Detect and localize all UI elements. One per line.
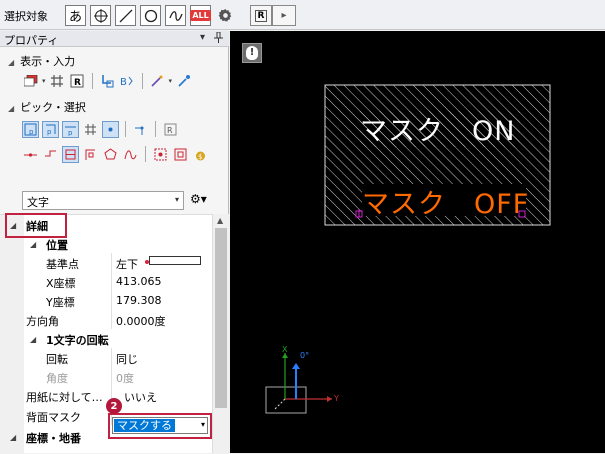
- circle-icon: [144, 9, 157, 22]
- svg-text:B: B: [120, 77, 127, 88]
- grid-icon[interactable]: [49, 73, 66, 90]
- snap-text-icon[interactable]: B: [119, 73, 136, 90]
- collapse-triangle-icon: ◢: [10, 433, 17, 442]
- base-point-value: 左下: [116, 258, 138, 271]
- axis-x-label: X: [282, 345, 288, 354]
- chevron-down-icon: ▾: [174, 195, 179, 204]
- property-settings-button[interactable]: ⚙▾: [190, 192, 207, 206]
- hiragana-a-button[interactable]: あ: [65, 5, 86, 26]
- curve-icon: [168, 10, 183, 21]
- svg-text:p: p: [29, 128, 34, 136]
- pick-center-icon[interactable]: [102, 120, 119, 138]
- pick-point-icon[interactable]: p: [22, 120, 39, 138]
- pick-icon-row-1: p p p R: [22, 119, 179, 139]
- axis-angle-label: 0°: [300, 351, 310, 360]
- scroll-up-icon[interactable]: ▲: [217, 216, 223, 225]
- gear-icon: [218, 8, 232, 23]
- circle-button[interactable]: [140, 5, 161, 26]
- drawing-canvas[interactable]: ! マスク ON マスク OFF X Y 0°: [230, 31, 605, 453]
- scrollbar-thumb[interactable]: [215, 228, 227, 408]
- display-icon-row: ▾ R B ▾: [22, 71, 192, 91]
- property-panel: プロパティ ▾ ◢表示・入力 ▾ R B ▾ ◢ピック・選択 p p p R: [0, 31, 229, 454]
- select-line-icon[interactable]: [22, 146, 39, 163]
- pick-end-icon[interactable]: p: [42, 120, 59, 138]
- pin-icon[interactable]: [214, 31, 223, 46]
- collapse-triangle-icon: ◢: [8, 58, 15, 67]
- svg-text:R: R: [167, 126, 173, 135]
- property-row-angle: 角度 0度: [0, 367, 212, 386]
- canvas-drawing: [265, 84, 551, 414]
- layer-color-icon[interactable]: [22, 73, 39, 90]
- select-rect-icon[interactable]: [62, 145, 79, 163]
- eyedropper-icon[interactable]: [175, 73, 192, 90]
- step-number-badge: 2: [106, 398, 122, 414]
- char-rotation-header: 1文字の回転: [46, 334, 109, 347]
- pick-mid-icon[interactable]: p: [62, 120, 79, 138]
- panel-title: プロパティ: [4, 34, 59, 47]
- property-row-base-point[interactable]: 基準点 左下: [0, 253, 212, 272]
- panel-header: プロパティ ▾: [0, 31, 229, 47]
- mask-off-text[interactable]: マスク OFF: [362, 182, 529, 221]
- select-pentagon-icon[interactable]: [102, 146, 119, 163]
- char-rotation-category-row[interactable]: ◢ 1文字の回転: [0, 329, 212, 348]
- display-input-section[interactable]: ◢ 表示・入力: [8, 53, 75, 69]
- selection-toolbar: 選択対象 あ ALL R ▸: [0, 0, 605, 30]
- property-row-rotation[interactable]: 回転 同じ: [0, 348, 212, 367]
- property-row-y[interactable]: Y座標 179.308: [0, 291, 212, 310]
- svg-text:R: R: [74, 78, 81, 88]
- collapse-triangle-icon: ◢: [30, 335, 37, 344]
- gear-dropdown-icon: ⚙▾: [190, 192, 207, 206]
- wand-icon[interactable]: [149, 73, 166, 90]
- line-icon: [119, 9, 132, 22]
- select-region-icon[interactable]: [152, 146, 169, 163]
- select-corner-icon[interactable]: [82, 146, 99, 163]
- r-dropdown-button[interactable]: ▸: [272, 5, 296, 26]
- property-row-x[interactable]: X座標 413.065: [0, 272, 212, 291]
- svg-text:$: $: [198, 153, 202, 161]
- r-button[interactable]: R: [250, 5, 272, 26]
- collapse-triangle-icon: ◢: [30, 240, 37, 249]
- select-money-icon[interactable]: $: [192, 146, 209, 163]
- pick-grid-icon[interactable]: [82, 121, 99, 138]
- pick-select-section[interactable]: ◢ ピック・選択: [8, 99, 86, 115]
- pick-ref-icon[interactable]: R: [162, 121, 179, 138]
- crosshair-button[interactable]: [90, 5, 111, 26]
- base-point-preview: [149, 256, 201, 265]
- snap-icon[interactable]: [99, 73, 116, 90]
- line-button[interactable]: [115, 5, 136, 26]
- collapse-triangle-icon: ◢: [8, 104, 15, 113]
- chevron-down-icon: ▾: [200, 420, 205, 429]
- property-scrollbar[interactable]: ▲: [212, 214, 229, 453]
- select-window-icon[interactable]: [172, 146, 189, 163]
- svg-text:p: p: [68, 129, 73, 136]
- coord-header: 座標・地番: [26, 432, 81, 445]
- pick-offset-icon[interactable]: [132, 121, 149, 138]
- axis-gizmo: [265, 353, 332, 414]
- svg-text:p: p: [47, 128, 52, 136]
- property-row-direction[interactable]: 方向角 0.0000度: [0, 310, 212, 329]
- back-mask-select[interactable]: マスクする ▾: [112, 417, 208, 434]
- reference-r-icon[interactable]: R: [69, 73, 86, 90]
- crosshair-icon: [93, 8, 108, 23]
- curve-button[interactable]: [165, 5, 186, 26]
- select-curve-icon[interactable]: [122, 146, 139, 163]
- position-header: 位置: [46, 239, 68, 252]
- selection-target-label: 選択対象: [4, 10, 48, 23]
- select-polyline-icon[interactable]: [42, 146, 59, 163]
- object-type-combo[interactable]: 文字 ▾: [22, 191, 184, 210]
- panel-menu-button[interactable]: ▾: [200, 32, 205, 43]
- all-button[interactable]: ALL: [190, 5, 211, 26]
- pick-icon-row-2: $: [22, 144, 209, 164]
- detail-highlight-box: [5, 213, 67, 238]
- axis-y-label: Y: [334, 394, 339, 403]
- mask-on-text[interactable]: マスク ON: [360, 109, 515, 148]
- settings-button[interactable]: [215, 5, 236, 26]
